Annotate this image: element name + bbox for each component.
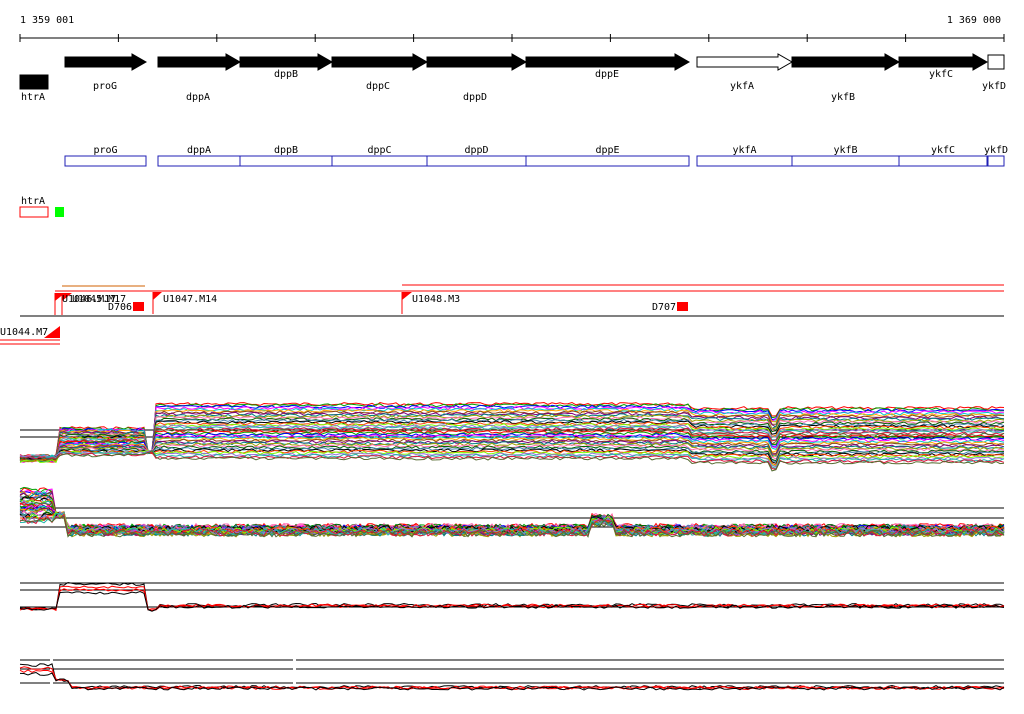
gene-box-htrA[interactable] <box>19 74 49 90</box>
feature-U1047-flag[interactable] <box>153 292 162 300</box>
gene-arrow-ykfA[interactable] <box>696 53 794 71</box>
gene-labels: htrA proG dppA dppB dppC dppD dppE ykfA ykfB ykfC… <box>21 69 1006 103</box>
operon-track[interactable]: proG dppA dppB dppC dppD dppE ykfA ykfB ykfC ykfD <box>64 145 1008 167</box>
operon-label-ykfA: ykfA <box>732 145 756 156</box>
expression-profile-panel-1 <box>19 401 1005 472</box>
gene-label-ykfC: ykfC <box>929 69 953 80</box>
gene-label-dppC: dppC <box>366 81 390 92</box>
genome-browser: 1 359 001 1 369 000 htrA proG dppA dppB dppC… <box>0 15 1008 696</box>
gene-label-proG: proG <box>93 81 117 92</box>
operon-box-dppA[interactable] <box>157 155 241 167</box>
operon-label-ykfD: ykfD <box>984 145 1008 156</box>
panel-4-trace <box>19 666 1005 690</box>
operon-box-dppB[interactable] <box>239 155 333 167</box>
gene-arrow-dppC[interactable] <box>331 53 429 71</box>
upstream-gene-box[interactable] <box>19 206 49 218</box>
expression-profile-panel-3 <box>19 581 1005 612</box>
gene-label-dppD: dppD <box>463 92 487 103</box>
gene-label-htrA: htrA <box>21 92 45 103</box>
operon-label-ykfB: ykfB <box>833 145 857 156</box>
gene-arrow-dppA[interactable] <box>157 53 242 71</box>
operon-label-dppC: dppC <box>367 145 391 156</box>
operon-box-dppD[interactable] <box>426 155 527 167</box>
gene-arrow-proG[interactable] <box>64 53 148 71</box>
panel-4-gap <box>50 656 53 696</box>
operon-label-proG: proG <box>93 145 117 156</box>
expression-profile-panel-4 <box>19 656 1005 696</box>
feature-U1048-flag[interactable] <box>402 292 412 300</box>
gene-label-dppE: dppE <box>595 69 619 80</box>
feature-label-U1044: U1044.M7 <box>0 327 48 338</box>
green-marker <box>55 207 64 217</box>
gene-arrow-dppB[interactable] <box>239 53 334 71</box>
gene-box-ykfD[interactable] <box>987 54 1005 70</box>
feature-D706-box[interactable] <box>133 302 144 311</box>
upstream-gene-label: htrA <box>21 196 45 207</box>
gene-label-ykfA: ykfA <box>730 81 754 92</box>
panel-4-trace <box>19 669 1005 691</box>
panel-4-trace <box>19 663 1005 690</box>
panel-4-gap <box>293 656 296 696</box>
operon-label-ykfC: ykfC <box>931 145 955 156</box>
panel-2-trace <box>19 487 1005 531</box>
gene-track[interactable] <box>19 53 1005 90</box>
ruler-end-label: 1 369 000 <box>947 15 1001 26</box>
panel-3-trace <box>19 590 1005 612</box>
gene-label-dppA: dppA <box>186 92 210 103</box>
operon-label-dppD: dppD <box>464 145 488 156</box>
feature-label-U1047: U1047.M14 <box>163 294 217 305</box>
operon-box-ykfB[interactable] <box>791 155 900 167</box>
gene-label-dppB: dppB <box>274 69 298 80</box>
feature-label-D706: D706 <box>108 302 132 313</box>
ruler-start-label: 1 359 001 <box>20 15 74 26</box>
feature-D707-box[interactable] <box>677 302 688 311</box>
feature-label-D707: D707 <box>652 302 676 313</box>
gene-label-ykfB: ykfB <box>831 92 855 103</box>
gene-arrow-ykfB[interactable] <box>791 53 901 71</box>
operon-box-proG[interactable] <box>64 155 147 167</box>
upstream-gene-track: htrA <box>19 196 64 218</box>
gene-label-ykfD: ykfD <box>982 81 1006 92</box>
expression-profile-panel-2 <box>19 486 1005 538</box>
operon-box-ykfD[interactable] <box>987 155 1005 167</box>
gene-arrow-ykfC[interactable] <box>898 53 989 71</box>
operon-label-dppA: dppA <box>187 145 211 156</box>
operon-label-dppE: dppE <box>595 145 619 156</box>
operon-box-ykfC[interactable] <box>898 155 988 167</box>
operon-label-dppB: dppB <box>274 145 298 156</box>
gene-arrow-dppE[interactable] <box>525 53 691 71</box>
operon-box-ykfA[interactable] <box>696 155 793 167</box>
operon-box-dppE[interactable] <box>525 155 690 167</box>
coordinate-ruler: 1 359 001 1 369 000 <box>19 15 1005 42</box>
feature-label-U1048: U1048.M3 <box>412 294 460 305</box>
feature-track[interactable]: U1046.M17U1045.M17U1044.M7D706U1047.M14 U… <box>0 284 1004 345</box>
operon-box-dppC[interactable] <box>331 155 428 167</box>
gene-arrow-dppD[interactable] <box>426 53 528 71</box>
